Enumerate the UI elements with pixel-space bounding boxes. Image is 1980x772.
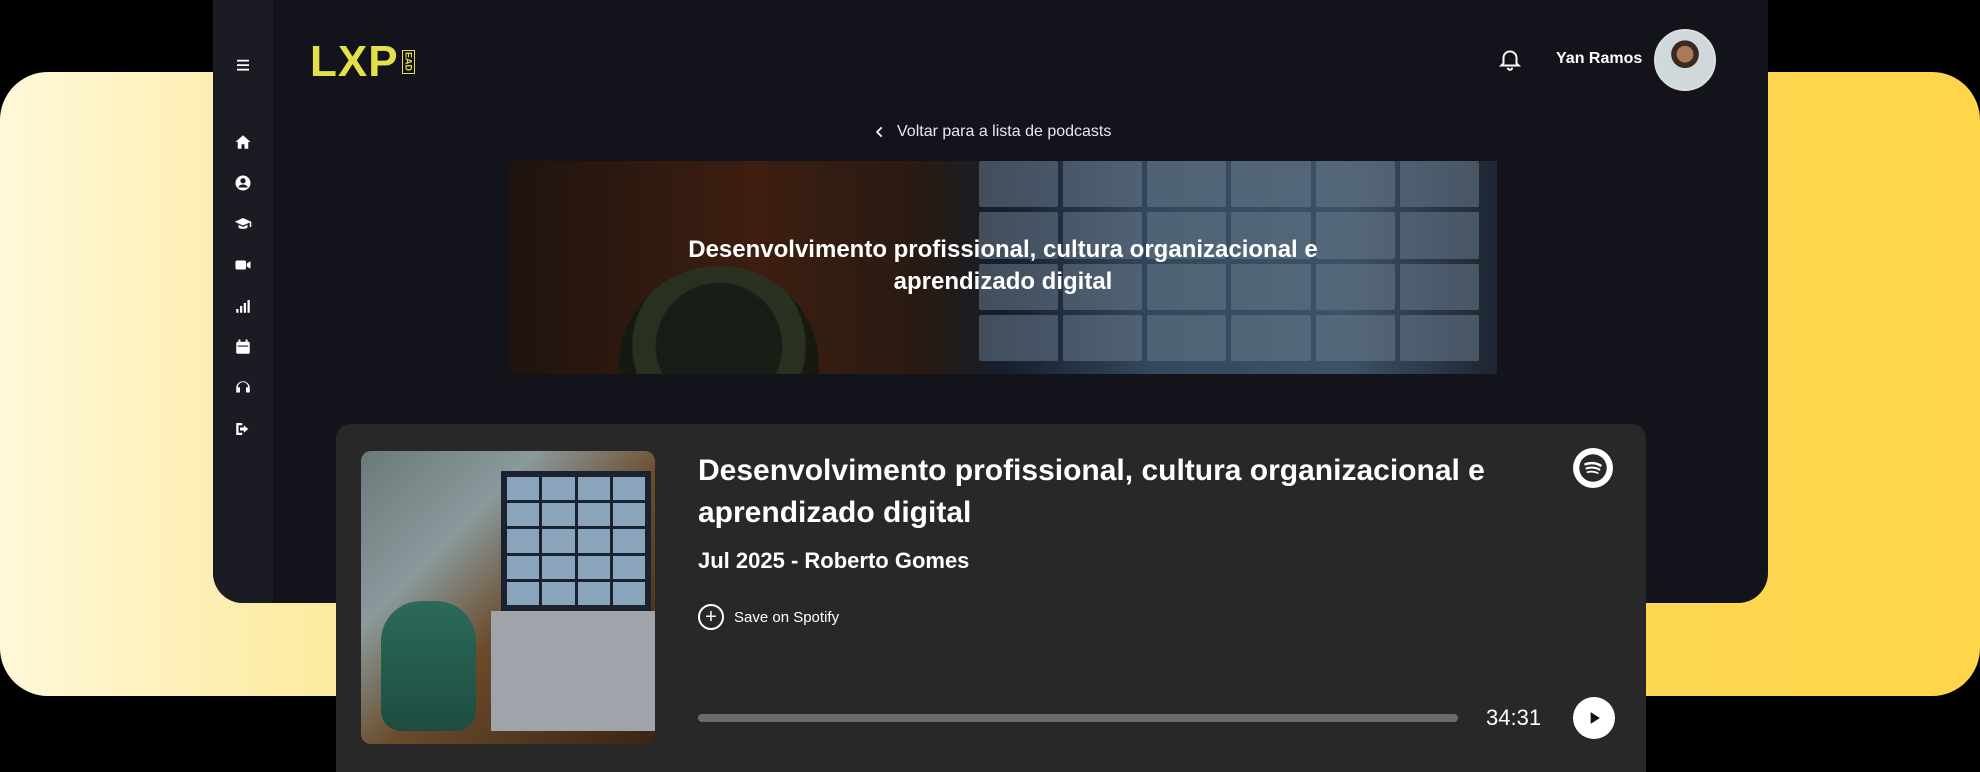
sidebar [213,0,273,603]
logo-text: LXP [310,37,399,86]
avatar[interactable] [1654,29,1716,91]
signal-icon[interactable] [213,294,273,318]
podcast-meta: Jul 2025 - Roberto Gomes [698,548,970,573]
podcast-thumbnail [361,451,655,744]
duration-label: 34:31 [1486,705,1542,730]
podcast-banner: Desenvolvimento profissional, cultura or… [509,161,1497,374]
logout-icon[interactable] [213,417,273,441]
graduation-cap-icon[interactable] [213,212,273,236]
plus-circle-icon: + [698,604,724,630]
lxp-logo[interactable]: LXP EAD [310,37,415,86]
play-icon [1590,712,1600,724]
spotify-podcast-card: Desenvolvimento profissional, cultura or… [336,424,1646,772]
headphones-icon[interactable] [213,376,273,400]
chevron-left-icon [875,126,883,138]
bell-icon[interactable] [1497,46,1523,72]
podcast-title: Desenvolvimento profissional, cultura or… [698,454,1485,529]
spotify-icon[interactable] [1573,448,1613,488]
back-to-podcasts-link[interactable]: Voltar para a lista de podcasts [873,123,1111,141]
user-icon[interactable] [213,171,273,195]
logo-badge: EAD [401,50,415,74]
video-icon[interactable] [213,253,273,277]
progress-bar[interactable] [698,714,1458,722]
save-on-spotify-button[interactable]: + Save on Spotify [698,604,839,630]
calendar-icon[interactable] [213,335,273,359]
home-icon[interactable] [213,130,273,154]
save-on-spotify-label: Save on Spotify [734,608,840,626]
play-button[interactable] [1573,697,1615,739]
back-link-label: Voltar para a lista de podcasts [897,123,1112,140]
banner-title: Desenvolvimento profissional, cultura or… [688,236,1318,295]
user-name[interactable]: Yan Ramos [1556,50,1642,68]
menu-icon[interactable] [213,53,273,77]
